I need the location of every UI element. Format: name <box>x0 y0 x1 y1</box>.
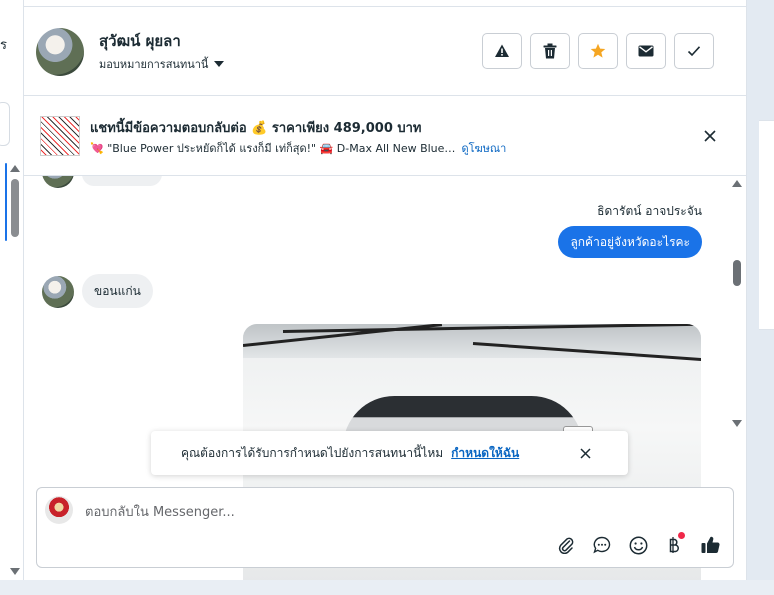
assign-dropdown[interactable]: มอบหมายการสนทนานี้ <box>99 55 225 73</box>
view-ad-link[interactable]: ดูโฆษณา <box>461 139 506 157</box>
details-pane-edge <box>747 0 774 580</box>
composer-toolbar <box>555 532 721 556</box>
emoji-icon <box>629 536 647 554</box>
mark-done-button[interactable] <box>674 33 714 69</box>
conversation-list-scrollbar[interactable] <box>8 165 22 580</box>
report-spam-button[interactable] <box>482 33 522 69</box>
check-icon <box>687 46 701 57</box>
sender-name: ธิดารัตน์ อาจประจัน <box>597 204 702 218</box>
thread-scrollbar[interactable] <box>730 176 744 432</box>
ad-context-banner: แชทนี้มีข้อความตอบกลับต่อ 💰 ราคาเพียง 48… <box>24 96 747 176</box>
messenger-inbox: ร สุวัฒน์ ผุยลา มอบหมายการสนทนานี้ แชทนี… <box>0 0 774 595</box>
active-indicator <box>5 163 7 241</box>
notification-dot <box>678 532 685 539</box>
follow-up-button[interactable] <box>578 33 618 69</box>
scroll-up-arrow-icon[interactable] <box>10 165 20 172</box>
conversation-panel: สุวัฒน์ ผุยลา มอบหมายการสนทนานี้ แชทนี้ม… <box>24 0 747 580</box>
paperclip-icon <box>558 537 574 554</box>
assign-prompt-toast: คุณต้องการได้รับการกำหนดไปยังการสนทนานี้… <box>151 431 628 475</box>
message-composer <box>36 487 734 568</box>
trash-icon <box>543 43 557 59</box>
close-icon <box>579 447 591 459</box>
baht-payment-icon <box>669 537 679 553</box>
saved-reply-button[interactable] <box>591 534 613 556</box>
ad-description-row: 💘 "Blue Power ประหยัดก็ได้ แรงก็มี เท่ก็… <box>90 139 506 157</box>
warning-icon <box>495 44 509 57</box>
contact-avatar-small <box>42 176 74 188</box>
scroll-down-arrow-icon[interactable] <box>732 420 742 427</box>
contact-avatar-small <box>42 276 74 308</box>
star-icon <box>590 43 606 58</box>
attach-button[interactable] <box>555 534 577 556</box>
scroll-up-arrow-icon[interactable] <box>732 180 742 187</box>
ad-thumbnail[interactable] <box>40 116 80 156</box>
scroll-down-arrow-icon[interactable] <box>10 568 20 575</box>
conversation-header: สุวัฒน์ ผุยลา มอบหมายการสนทนานี้ <box>24 6 747 96</box>
emoji-button[interactable] <box>627 534 649 556</box>
details-card <box>759 120 774 330</box>
scrollbar-thumb[interactable] <box>733 260 741 286</box>
thumbs-up-icon <box>701 536 720 554</box>
conversation-list-card[interactable] <box>0 102 10 146</box>
conversation-list-edge: ร <box>0 0 24 580</box>
envelope-icon <box>638 45 654 57</box>
close-icon <box>704 130 716 142</box>
close-banner-button[interactable] <box>700 126 720 146</box>
toast-text: คุณต้องการได้รับการกำหนดไปยังการสนทนานี้… <box>181 445 444 460</box>
header-actions <box>482 33 714 69</box>
outgoing-message-bubble[interactable]: ลูกค้าอยู่จังหวัดอะไรคะ <box>558 226 702 258</box>
contact-avatar[interactable] <box>36 28 84 76</box>
ad-description: 💘 "Blue Power ประหยัดก็ได้ แรงก็มี เท่ก็… <box>90 142 456 155</box>
incoming-message-bubble[interactable]: ขอนแก่น <box>82 274 153 308</box>
scrollbar-thumb[interactable] <box>11 179 19 237</box>
truncated-text: ร <box>0 38 7 53</box>
reply-input[interactable] <box>85 502 685 522</box>
payment-button[interactable] <box>663 532 685 556</box>
page-avatar <box>45 496 73 524</box>
delete-button[interactable] <box>530 33 570 69</box>
caret-down-icon <box>214 61 225 67</box>
like-button[interactable] <box>699 534 721 556</box>
ad-title: แชทนี้มีข้อความตอบกลับต่อ 💰 ราคาเพียง 48… <box>90 121 422 136</box>
close-toast-button[interactable] <box>577 445 593 461</box>
assign-to-me-link[interactable]: กำหนดให้ฉัน <box>451 444 519 463</box>
incoming-message-bubble <box>82 176 162 186</box>
contact-name[interactable]: สุวัฒน์ ผุยลา <box>99 29 181 53</box>
saved-reply-icon <box>593 536 611 554</box>
assign-label: มอบหมายการสนทนานี้ <box>99 58 209 71</box>
mark-unread-button[interactable] <box>626 33 666 69</box>
